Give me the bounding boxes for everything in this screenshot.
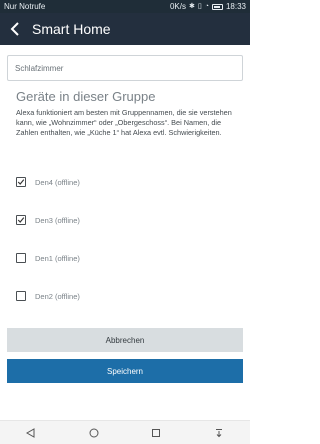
status-bar: Nur Notrufe 0K/s ✱ ▯ ◔ 18:33 — [0, 0, 250, 13]
page-title: Smart Home — [32, 21, 111, 37]
chevron-left-icon — [10, 22, 19, 36]
triangle-back-icon — [26, 427, 35, 438]
carrier-label: Nur Notrufe — [4, 2, 46, 11]
vibrate-icon: ▯ — [197, 3, 202, 10]
nav-notifications-button[interactable] — [204, 421, 234, 444]
checkmark-icon — [17, 179, 25, 185]
device-checkbox[interactable] — [16, 215, 26, 225]
clock: 18:33 — [225, 2, 246, 11]
device-label: Den1 (offline) — [35, 253, 80, 263]
checkmark-icon — [17, 217, 25, 223]
device-row-den3[interactable]: Den3 (offline) — [0, 201, 250, 239]
device-list: Den4 (offline) Den3 (offline) Den1 (offl… — [0, 163, 250, 315]
section-description: Alexa funktioniert am besten mit Gruppen… — [16, 108, 232, 137]
section-title: Geräte in dieser Gruppe — [16, 89, 156, 104]
app-bar: Smart Home — [0, 13, 250, 45]
wifi-icon: ◔ — [204, 3, 209, 10]
nav-back-button[interactable] — [16, 421, 46, 444]
system-nav-bar — [0, 420, 250, 444]
device-label: Den2 (offline) — [35, 291, 80, 301]
nav-home-button[interactable] — [79, 421, 109, 444]
nav-recents-button[interactable] — [141, 421, 171, 444]
device-row-den2[interactable]: Den2 (offline) — [0, 277, 250, 315]
device-checkbox[interactable] — [16, 177, 26, 187]
group-name-input[interactable] — [7, 55, 243, 81]
device-row-den1[interactable]: Den1 (offline) — [0, 239, 250, 277]
save-button[interactable]: Speichern — [7, 359, 243, 383]
nfc-icon: ✱ — [189, 3, 195, 10]
cancel-button[interactable]: Abbrechen — [7, 328, 243, 352]
device-label: Den3 (offline) — [35, 215, 80, 225]
notification-pull-down-icon — [215, 428, 222, 437]
status-icons: 0K/s ✱ ▯ ◔ 18:33 — [170, 2, 246, 11]
device-checkbox[interactable] — [16, 291, 26, 301]
square-recents-icon — [152, 428, 161, 437]
device-row-den4[interactable]: Den4 (offline) — [0, 163, 250, 201]
device-checkbox[interactable] — [16, 253, 26, 263]
device-label: Den4 (offline) — [35, 177, 80, 187]
network-speed: 0K/s — [169, 2, 186, 11]
group-edit-form: Geräte in dieser Gruppe Alexa funktionie… — [0, 45, 250, 420]
battery-icon — [211, 3, 223, 10]
back-button[interactable] — [0, 13, 30, 45]
circle-home-icon — [89, 428, 99, 437]
